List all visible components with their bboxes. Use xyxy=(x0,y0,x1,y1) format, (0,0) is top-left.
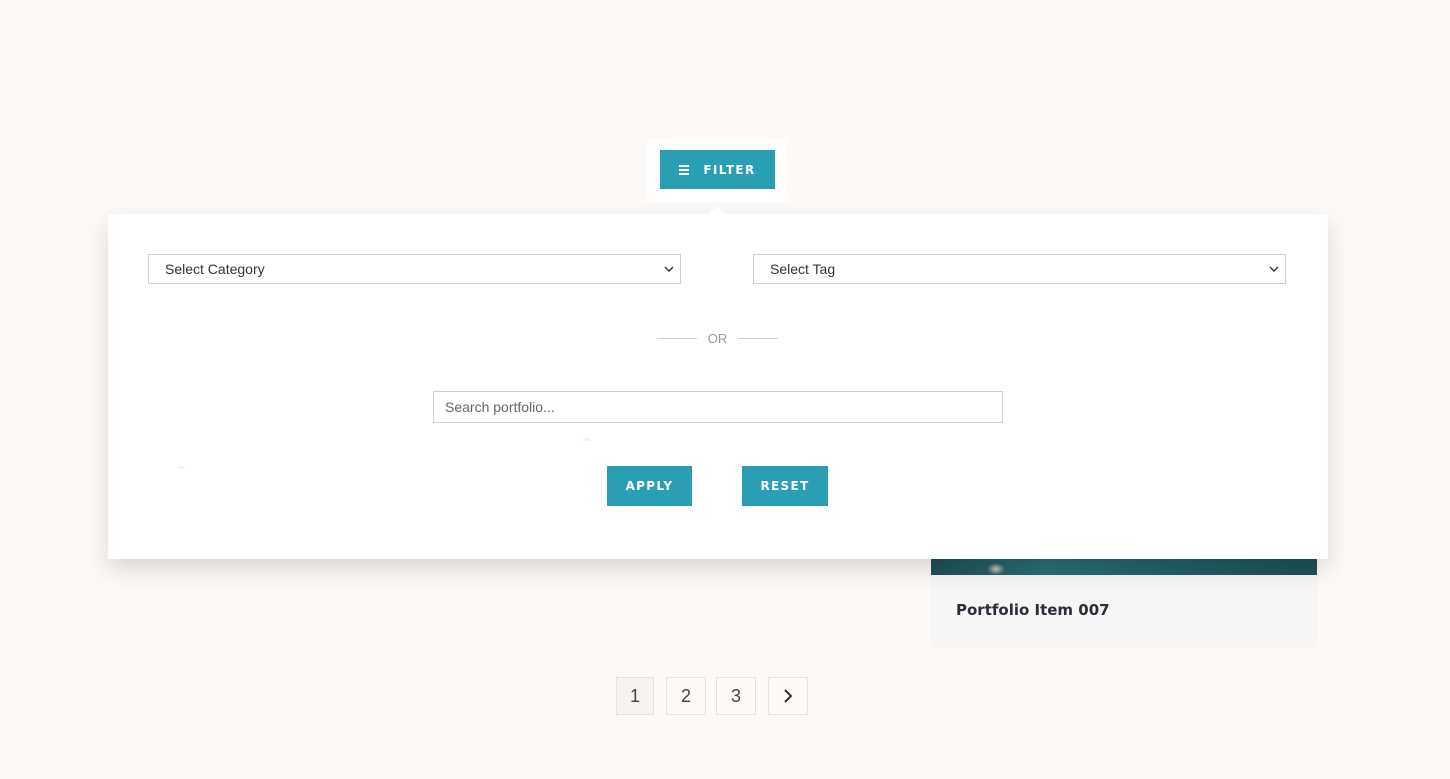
page-link-3[interactable]: 3 xyxy=(716,677,756,715)
decorative-marker xyxy=(176,465,186,469)
search-input[interactable] xyxy=(433,391,1003,423)
portfolio-card-image[interactable] xyxy=(931,559,1317,575)
next-page-button[interactable] xyxy=(768,677,808,715)
filter-button-label: FILTER xyxy=(703,162,756,177)
category-select[interactable]: Select Category xyxy=(148,254,681,284)
portfolio-card[interactable]: Portfolio Item 007 xyxy=(931,559,1317,647)
chevron-down-icon xyxy=(1269,266,1279,272)
chevron-right-icon xyxy=(784,689,793,703)
or-separator: OR xyxy=(657,328,778,348)
filter-toggle-container: FILTER xyxy=(647,138,787,202)
panel-pointer xyxy=(709,206,725,214)
separator-line-right xyxy=(738,337,778,339)
chevron-down-icon xyxy=(664,266,674,272)
tag-select-value: Select Tag xyxy=(770,261,836,277)
filter-button[interactable]: FILTER xyxy=(660,150,775,189)
separator-line-left xyxy=(657,337,697,339)
portfolio-card-title[interactable]: Portfolio Item 007 xyxy=(956,601,1110,619)
decorative-marker xyxy=(582,437,592,441)
tag-select[interactable]: Select Tag xyxy=(753,254,1286,284)
card-image-glow xyxy=(987,563,1005,575)
portfolio-page: Portfolio Item 007 FILTER Select Categor… xyxy=(0,0,1450,779)
hamburger-menu-icon xyxy=(679,164,690,175)
pagination: 1 2 3 xyxy=(616,677,808,715)
separator-text: OR xyxy=(707,330,728,346)
page-link-1[interactable]: 1 xyxy=(616,677,654,715)
page-link-2[interactable]: 2 xyxy=(666,677,706,715)
apply-button[interactable]: APPLY xyxy=(607,466,692,506)
filter-panel: Select Category Select Tag OR APPLY RESE… xyxy=(108,206,1328,559)
category-select-value: Select Category xyxy=(165,261,265,277)
reset-button[interactable]: RESET xyxy=(742,466,828,506)
